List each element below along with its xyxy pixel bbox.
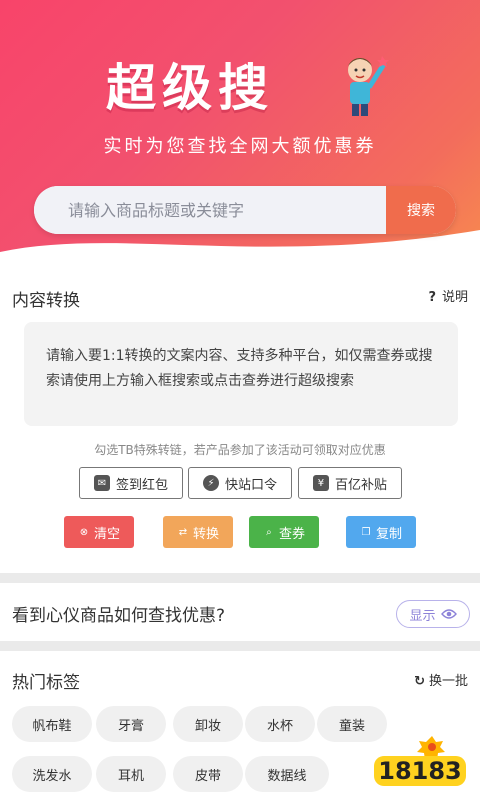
section-divider [0, 641, 480, 651]
help-link[interactable]: ? 说明 [428, 286, 468, 305]
convert-hint: 勾选TB特殊转链，若产品参加了该活动可领取对应优惠 [94, 443, 386, 457]
copy-button[interactable]: ❐ 复制 [346, 516, 416, 548]
convert-textarea[interactable]: 请输入要1:1转换的文案内容、支持多种平台，如仅需查券或搜索请使用上方输入框搜索… [24, 322, 458, 426]
tag-item[interactable]: 水杯 [245, 706, 315, 742]
help-icon: ? [428, 290, 436, 305]
coupon-search-icon: ⌕ [266, 526, 272, 538]
tag-item[interactable]: 牙膏 [96, 706, 166, 742]
mascot-icon [348, 56, 389, 116]
tag-item[interactable]: 洗发水 [12, 756, 92, 792]
tag-item[interactable]: 数据线 [245, 756, 329, 792]
refresh-button[interactable]: ↻ 换一批 [414, 670, 468, 689]
clear-icon: ⊗ [79, 526, 89, 538]
coupon-icon: ¥ [312, 475, 329, 491]
watermark-text: 18183 [378, 757, 462, 785]
eye-icon [440, 609, 457, 619]
help-label: 说明 [441, 290, 468, 305]
hero-banner: 超级搜 实时为您查找全网大额优惠券 搜索 [0, 0, 480, 262]
search-button[interactable]: 搜索 [386, 186, 456, 234]
refresh-icon: ↻ [414, 674, 425, 689]
option-kuaizhan-code[interactable]: ⚡ 快站口令 [188, 467, 292, 499]
copy-label: 复制 [375, 526, 402, 542]
watermark-logo: 18183 [374, 736, 466, 786]
search-input[interactable] [34, 186, 386, 234]
clear-label: 清空 [93, 526, 120, 542]
refresh-label: 换一批 [428, 674, 468, 689]
clear-button[interactable]: ⊗ 清空 [64, 516, 134, 548]
show-button[interactable]: 显示 [396, 600, 470, 628]
option-label: 百亿补贴 [334, 477, 387, 493]
section-divider [0, 573, 480, 583]
slogan: 实时为您查找全网大额优惠券 [103, 136, 377, 157]
copy-icon: ❐ [361, 526, 371, 538]
option-checkin-redpacket[interactable]: ✉ 签到红包 [79, 467, 183, 499]
guide-title: 看到心仪商品如何查找优惠? [12, 606, 226, 626]
search-bar: 搜索 [34, 186, 456, 234]
tag-item[interactable]: 卸妆 [173, 706, 243, 742]
option-subsidy[interactable]: ¥ 百亿补贴 [298, 467, 402, 499]
tag-item[interactable]: 帆布鞋 [12, 706, 92, 742]
convert-button[interactable]: ⇄ 转换 [163, 516, 233, 548]
convert-icon: ⇄ [178, 526, 188, 538]
coupon-search-button[interactable]: ⌕ 查券 [249, 516, 319, 548]
app-logo-text: 超级搜 [106, 59, 274, 117]
hot-tags-title: 热门标签 [12, 673, 80, 693]
envelope-icon: ✉ [93, 475, 110, 491]
tag-item[interactable]: 皮带 [173, 756, 243, 792]
show-label: 显示 [409, 608, 436, 624]
lightning-icon: ⚡ [202, 475, 219, 491]
coupon-search-label: 查券 [278, 526, 305, 542]
option-label: 快站口令 [224, 477, 277, 493]
convert-label: 转换 [192, 526, 219, 542]
tag-item[interactable]: 耳机 [96, 756, 166, 792]
option-label: 签到红包 [115, 477, 168, 493]
convert-section-title: 内容转换 [12, 291, 80, 311]
